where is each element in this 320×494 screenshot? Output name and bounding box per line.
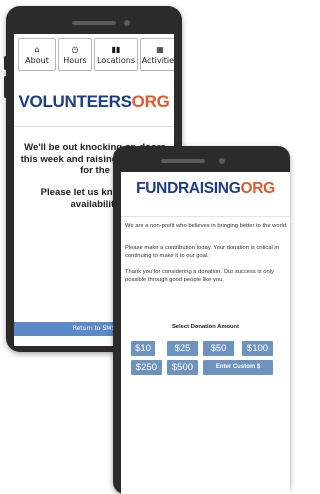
clock-icon: ◷ [71,44,79,54]
nav-label: Locations [96,55,135,65]
nav-label: Activities [141,55,174,65]
nav-label: About [25,55,49,65]
phone-side-button [4,56,7,70]
map-icon: ▮▮ [111,44,121,54]
phone-camera [124,20,130,26]
donate-10-button[interactable]: $10 [131,341,155,356]
donate-250-button[interactable]: $250 [131,360,162,375]
calendar-icon: ▦ [156,44,164,54]
select-donation-title: Select Donation Amount [171,324,240,330]
logo-text-primary: VOLUNTEERS [18,92,132,111]
nav-locations[interactable]: ▮▮ Locations [94,38,138,71]
fundraising-screen: FUNDRAISINGORG We are a non-profit who b… [121,172,290,494]
nav-label: Hours [63,55,87,65]
nav-hours[interactable]: ◷ Hours [58,38,92,71]
donate-100-button[interactable]: $100 [242,341,273,356]
nav-about[interactable]: ⌂ About [18,38,56,71]
home-icon: ⌂ [34,44,40,54]
phone-speaker [72,21,116,25]
enter-custom-amount-button[interactable]: Enter Custom $ [203,360,273,375]
contribution-paragraph: Please make a contribution today. Your d… [125,245,279,259]
volunteers-logo: VOLUNTEERSORG [14,92,174,112]
volunteers-nav: ⌂ About ◷ Hours ▮▮ Locations ▦ Activitie… [18,38,174,71]
fundraising-phone: FUNDRAISINGORG We are a non-profit who b… [113,146,290,494]
donate-50-button[interactable]: $50 [203,341,234,356]
donate-500-button[interactable]: $500 [167,360,198,375]
phone-speaker [161,159,205,163]
logo-text-primary: FUNDRAISING [136,180,241,197]
divider [14,126,174,127]
logo-text-accent: ORG [240,180,275,197]
donate-25-button[interactable]: $25 [167,341,198,356]
nav-activities[interactable]: ▦ Activities [140,38,174,71]
phone-side-button [4,76,7,98]
logo-text-accent: ORG [131,92,170,111]
phone-camera [219,158,225,164]
divider [121,216,290,217]
thanks-paragraph: Thank you for considering a donation. Ou… [125,269,274,283]
fundraising-logo: FUNDRAISINGORG [121,180,290,198]
intro-paragraph: We are a non-profit who believes in brin… [125,223,288,229]
